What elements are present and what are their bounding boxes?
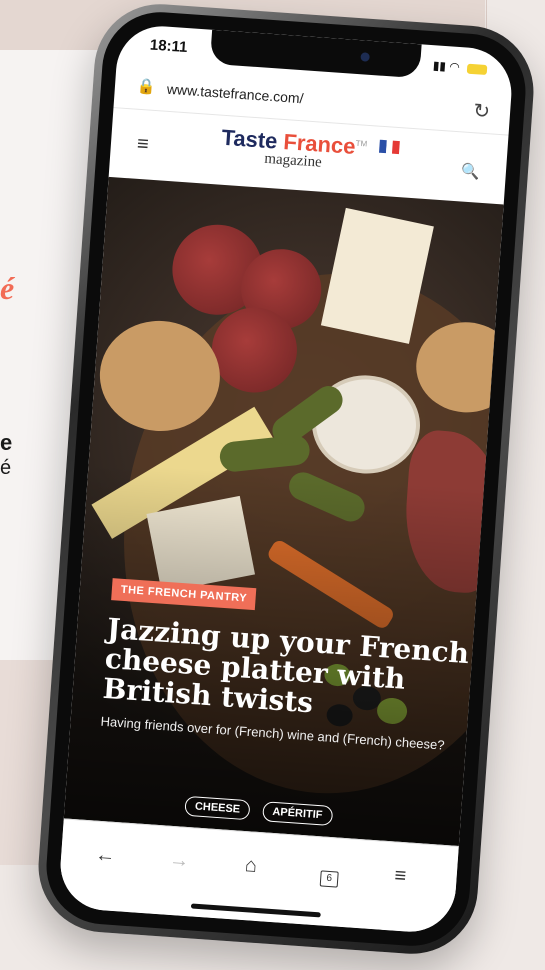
background-accent-text: é [0, 270, 15, 306]
phone-device: 18:11 ▮▮ ◠ 🔒 www.tastefrance.com/ ↻ ≡ Ta… [34, 0, 538, 959]
signal-wifi-icon: ▮▮ ◠ [432, 58, 461, 75]
hamburger-menu-icon[interactable]: ≡ [136, 133, 149, 157]
background-bold-text: e [0, 430, 13, 455]
reload-icon[interactable]: ↻ [473, 98, 491, 124]
phone-screen: 18:11 ▮▮ ◠ 🔒 www.tastefrance.com/ ↻ ≡ Ta… [57, 23, 515, 935]
french-flag-icon [378, 139, 400, 155]
home-icon[interactable]: ⌂ [244, 854, 258, 878]
hero-article[interactable]: THE FRENCH PANTRY Jazzing up your French… [63, 176, 504, 848]
home-indicator [190, 903, 321, 918]
battery-icon [466, 63, 488, 75]
logo-tm: TM [355, 138, 368, 149]
tabs-count: 6 [319, 870, 339, 888]
site-logo[interactable]: Taste FranceTM magazine [220, 125, 368, 175]
camera-icon [360, 52, 370, 62]
background-text: é [0, 457, 12, 479]
lock-icon: 🔒 [136, 77, 157, 96]
forward-icon[interactable]: → [168, 849, 189, 873]
tabs-button[interactable]: 6 [319, 863, 340, 888]
status-icons: ▮▮ ◠ [432, 58, 488, 76]
logo-taste: Taste [220, 124, 279, 154]
url-text[interactable]: www.tastefrance.com/ [166, 81, 304, 107]
search-icon[interactable]: 🔍 [461, 161, 481, 180]
back-icon[interactable]: ← [94, 844, 116, 868]
browser-menu-icon[interactable]: ≡ [394, 865, 407, 889]
status-time: 18:11 [149, 36, 188, 57]
